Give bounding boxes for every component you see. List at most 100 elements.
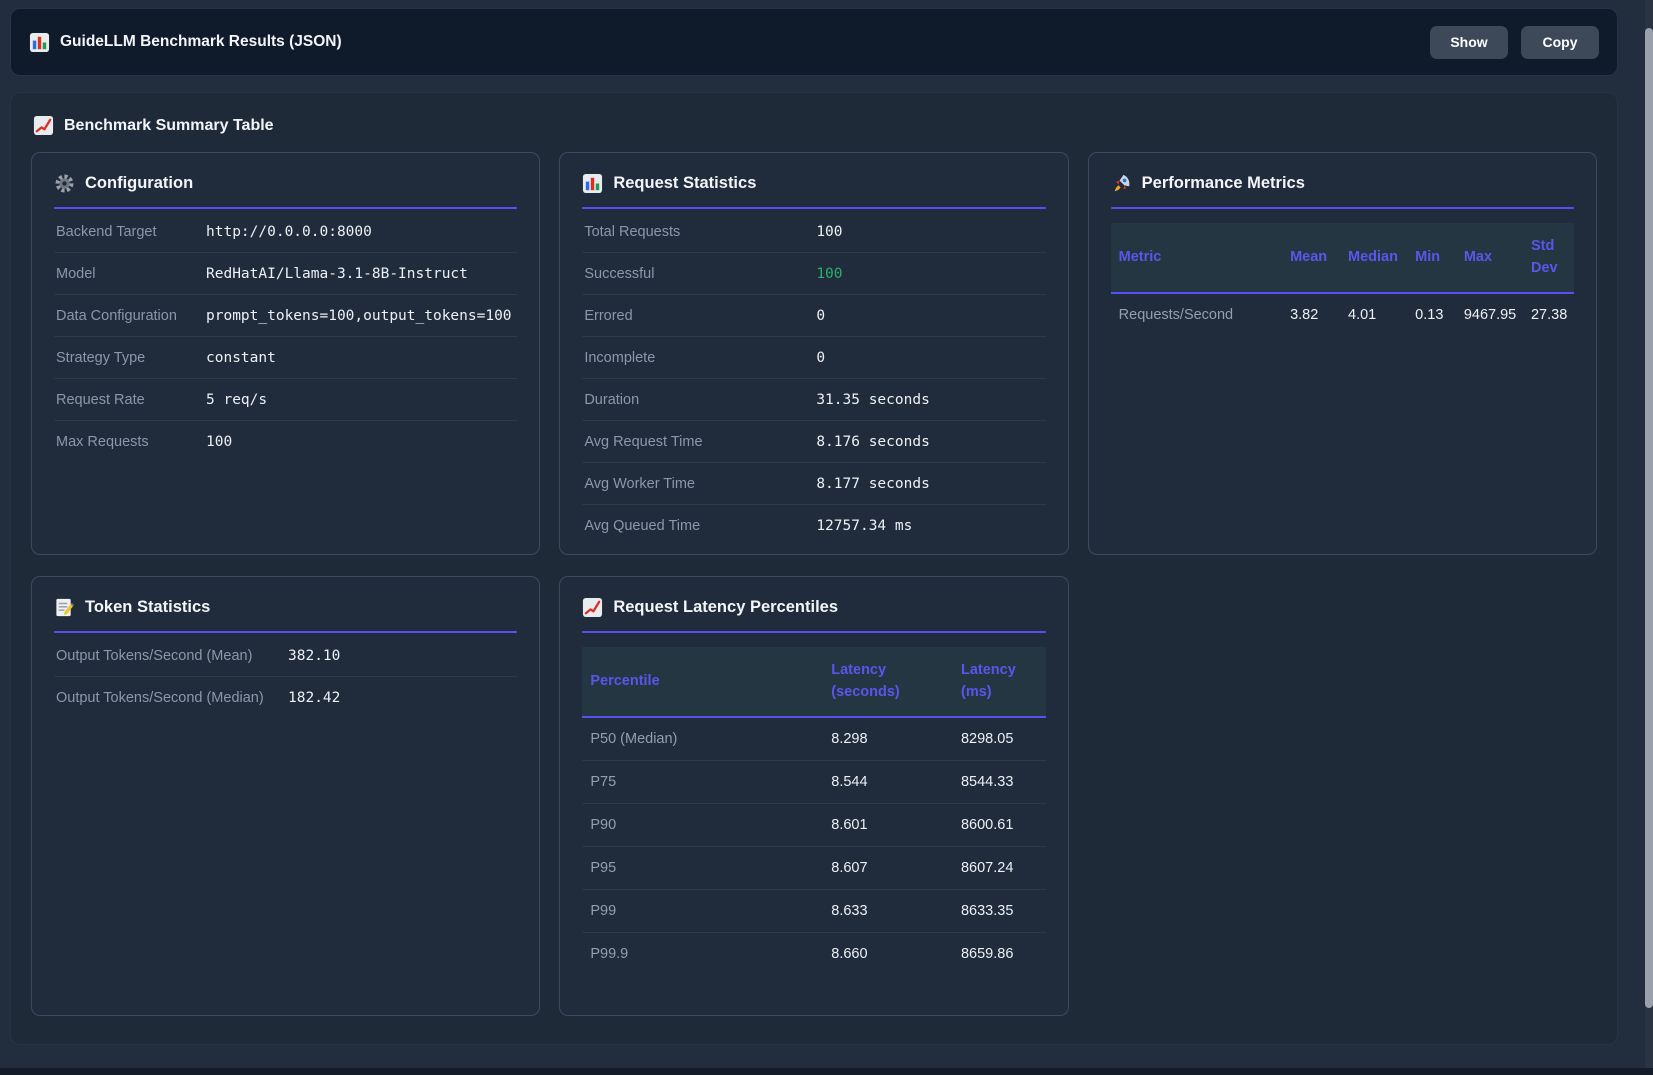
cell-latency-ms: 8544.33 (953, 760, 1046, 803)
chart-increasing-icon (33, 115, 54, 136)
row-value: 0 (816, 350, 1043, 366)
performance-metrics-title-text: Performance Metrics (1142, 174, 1305, 193)
cell-median: 4.01 (1340, 293, 1407, 336)
copy-button[interactable]: Copy (1521, 26, 1599, 59)
table-row: P99.9 8.660 8659.86 (582, 932, 1045, 975)
section-heading: Benchmark Summary Table (31, 115, 1597, 136)
accent-divider (54, 207, 517, 209)
accent-divider (582, 631, 1045, 633)
scrollbar-thumb[interactable] (1645, 28, 1653, 1008)
config-row: Request Rate 5 req/s (54, 379, 517, 421)
cell-percentile: P99.9 (582, 932, 823, 975)
cell-latency-ms: 8607.24 (953, 846, 1046, 889)
table-row: P90 8.601 8600.61 (582, 803, 1045, 846)
row-value: 100 (206, 434, 515, 450)
request-statistics-title-text: Request Statistics (613, 174, 756, 193)
memo-icon (54, 597, 75, 618)
row-label: Errored (584, 308, 816, 324)
row-label: Max Requests (56, 434, 206, 450)
stat-row: Total Requests 100 (582, 211, 1045, 253)
cards-grid: Configuration Backend Target http://0.0.… (31, 152, 1597, 1016)
cell-percentile: P95 (582, 846, 823, 889)
empty-grid-cell (1088, 576, 1597, 1016)
cell-latency-seconds: 8.298 (823, 717, 953, 761)
row-value: RedHatAI/Llama-3.1-8B-Instruct (206, 266, 515, 282)
configuration-card-title: Configuration (48, 171, 523, 194)
performance-metrics-card: Performance Metrics Metric Mean Median M… (1088, 152, 1597, 555)
row-label: Model (56, 266, 206, 282)
config-row: Data Configuration prompt_tokens=100,out… (54, 295, 517, 337)
col-header-median: Median (1340, 223, 1407, 293)
cell-percentile: P75 (582, 760, 823, 803)
bar-chart-icon (582, 173, 603, 194)
request-latency-title-text: Request Latency Percentiles (613, 598, 838, 617)
table-row: P99 8.633 8633.35 (582, 889, 1045, 932)
request-statistics-rows: Total Requests 100 Successful 100 Errore… (582, 211, 1045, 547)
col-header-latency-seconds: Latency (seconds) (823, 647, 953, 717)
token-statistics-card-title: Token Statistics (48, 595, 523, 618)
row-value: 31.35 seconds (816, 392, 1043, 408)
stat-row: Avg Worker Time 8.177 seconds (582, 463, 1045, 505)
row-value: constant (206, 350, 515, 366)
config-row: Model RedHatAI/Llama-3.1-8B-Instruct (54, 253, 517, 295)
row-value: 5 req/s (206, 392, 515, 408)
table-row: P75 8.544 8544.33 (582, 760, 1045, 803)
row-label: Incomplete (584, 350, 816, 366)
stat-row: Avg Request Time 8.176 seconds (582, 421, 1045, 463)
cell-latency-seconds: 8.601 (823, 803, 953, 846)
cell-min: 0.13 (1407, 293, 1456, 336)
request-statistics-card-title: Request Statistics (576, 171, 1051, 194)
performance-metrics-table: Metric Mean Median Min Max Std Dev Reque… (1111, 223, 1574, 336)
cell-latency-ms: 8659.86 (953, 932, 1046, 975)
col-header-percentile: Percentile (582, 647, 823, 717)
configuration-title-text: Configuration (85, 174, 193, 193)
gear-icon (54, 173, 75, 194)
row-value: prompt_tokens=100,output_tokens=100 (206, 308, 515, 324)
col-header-stddev: Std Dev (1523, 223, 1574, 293)
col-header-max: Max (1456, 223, 1523, 293)
row-label: Output Tokens/Second (Median) (56, 690, 288, 706)
app-title-group: GuideLLM Benchmark Results (JSON) (29, 32, 342, 53)
row-label: Avg Queued Time (584, 518, 816, 534)
config-row: Backend Target http://0.0.0.0:8000 (54, 211, 517, 253)
table-row: P50 (Median) 8.298 8298.05 (582, 717, 1045, 761)
request-latency-percentiles-card-title: Request Latency Percentiles (576, 595, 1051, 618)
row-value: http://0.0.0.0:8000 (206, 224, 515, 240)
token-row: Output Tokens/Second (Mean) 382.10 (54, 635, 517, 677)
section-title: Benchmark Summary Table (64, 117, 274, 135)
cell-latency-seconds: 8.607 (823, 846, 953, 889)
cell-metric: Requests/Second (1111, 293, 1282, 336)
rocket-icon (1111, 173, 1132, 194)
header-bar: GuideLLM Benchmark Results (JSON) Show C… (10, 8, 1618, 76)
token-row: Output Tokens/Second (Median) 182.42 (54, 677, 517, 719)
cell-latency-ms: 8298.05 (953, 717, 1046, 761)
table-row: P95 8.607 8607.24 (582, 846, 1045, 889)
config-row: Strategy Type constant (54, 337, 517, 379)
chart-increasing-icon (582, 597, 603, 618)
token-statistics-card: Token Statistics Output Tokens/Second (M… (31, 576, 540, 1016)
col-header-latency-ms: Latency (ms) (953, 647, 1046, 717)
show-button[interactable]: Show (1430, 26, 1508, 59)
configuration-rows: Backend Target http://0.0.0.0:8000 Model… (54, 211, 517, 463)
row-value: 182.42 (288, 690, 515, 706)
row-value: 8.177 seconds (816, 476, 1043, 492)
cell-percentile: P50 (Median) (582, 717, 823, 761)
row-label: Strategy Type (56, 350, 206, 366)
accent-divider (54, 631, 517, 633)
row-label: Successful (584, 266, 816, 282)
configuration-card: Configuration Backend Target http://0.0.… (31, 152, 540, 555)
cell-max: 9467.95 (1456, 293, 1523, 336)
row-label: Duration (584, 392, 816, 408)
cell-latency-seconds: 8.660 (823, 932, 953, 975)
cell-latency-seconds: 8.633 (823, 889, 953, 932)
bar-chart-icon (29, 32, 50, 53)
table-header-row: Metric Mean Median Min Max Std Dev (1111, 223, 1574, 293)
header-buttons: Show Copy (1430, 26, 1599, 59)
accent-divider (582, 207, 1045, 209)
col-header-metric: Metric (1111, 223, 1282, 293)
performance-metrics-card-title: Performance Metrics (1105, 171, 1580, 194)
row-label: Avg Request Time (584, 434, 816, 450)
request-latency-percentiles-card: Request Latency Percentiles Percentile L… (559, 576, 1068, 1016)
token-statistics-rows: Output Tokens/Second (Mean) 382.10 Outpu… (54, 635, 517, 719)
window-bottom-edge (0, 1068, 1653, 1075)
